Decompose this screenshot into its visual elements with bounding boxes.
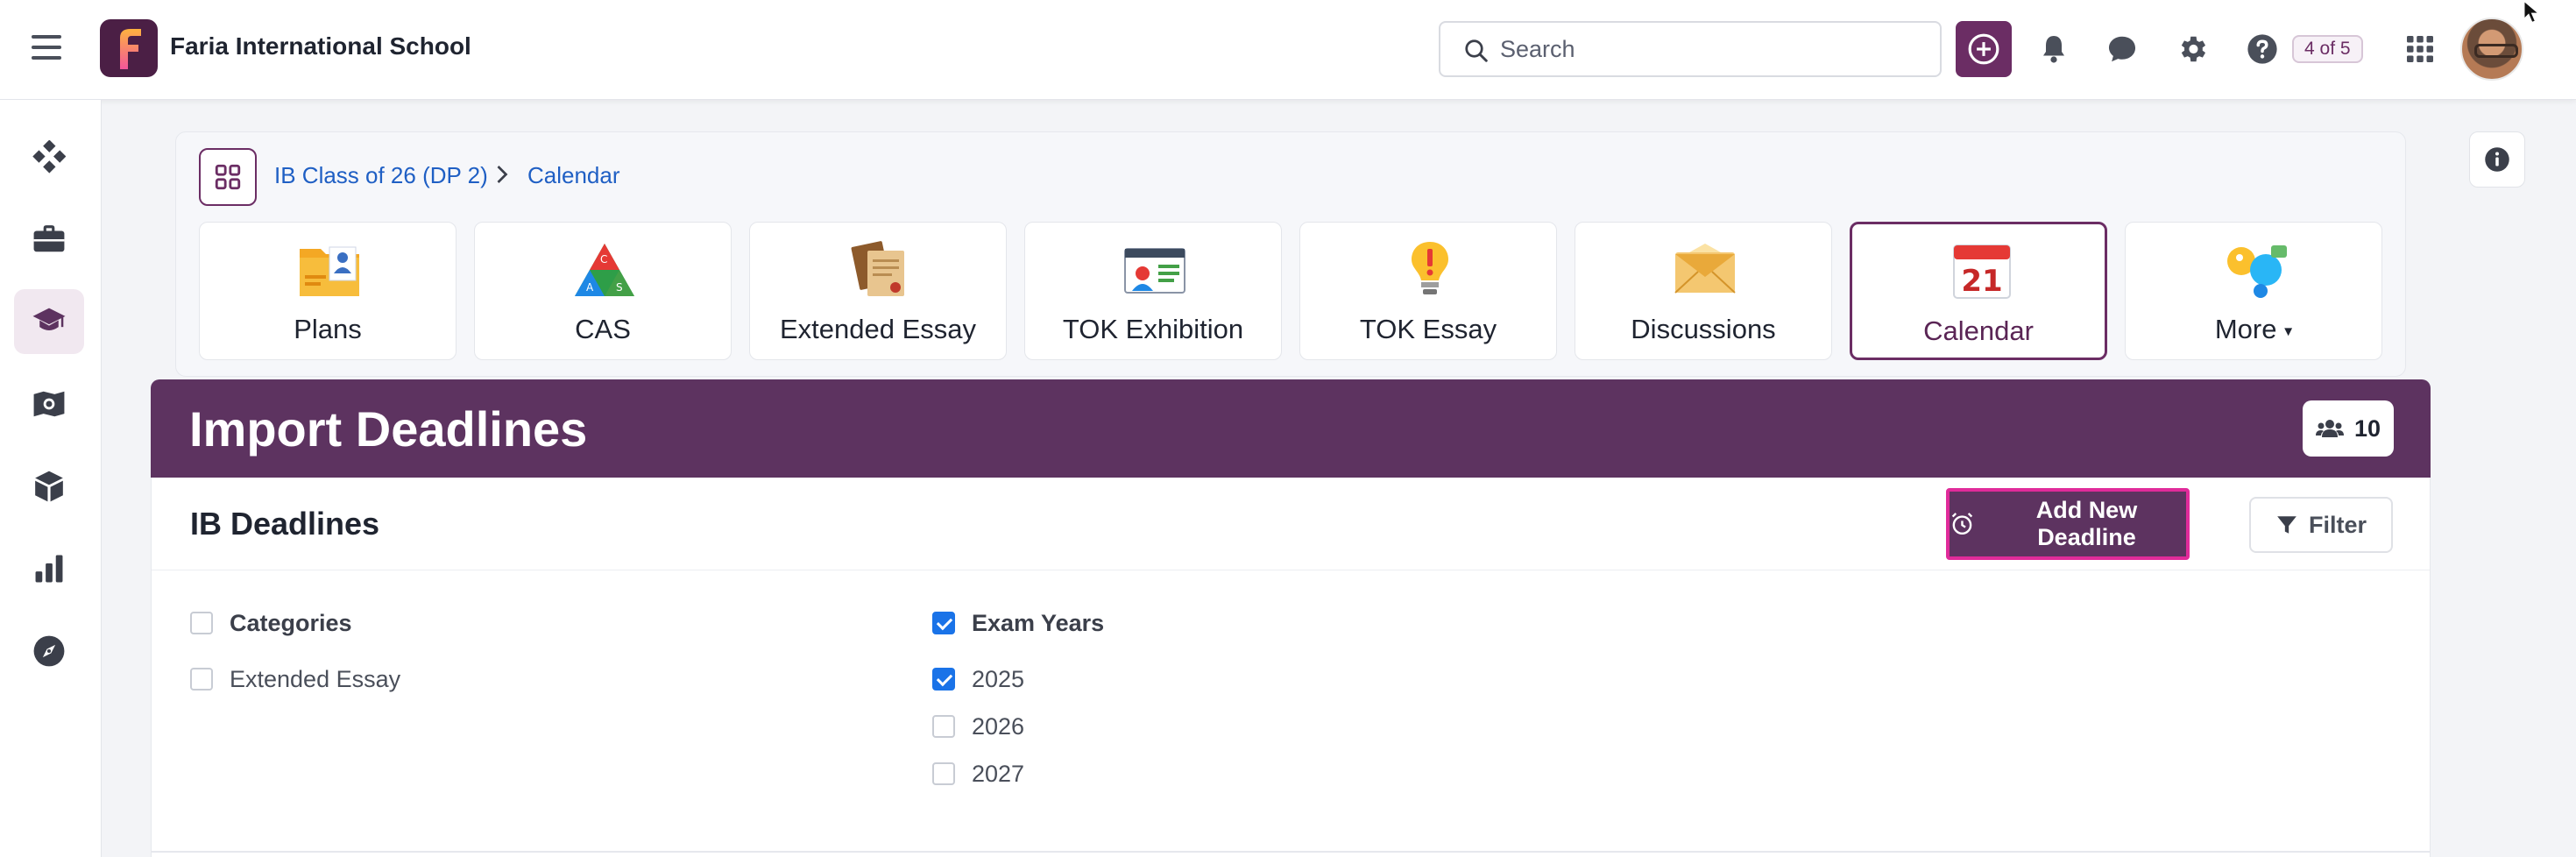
tile-label: Extended Essay	[779, 314, 977, 344]
filter-icon	[2277, 516, 2296, 534]
sidebar-item-ib-dp[interactable]	[14, 289, 84, 354]
calendar-icon: 21	[1953, 244, 2011, 299]
sidebar-item-explore[interactable]	[14, 372, 84, 436]
cursor-icon	[2523, 0, 2541, 24]
members-button[interactable]: 10	[2303, 400, 2394, 457]
exam-year-2026-checkbox[interactable]	[932, 715, 955, 738]
sidebar-item-reports[interactable]	[14, 536, 84, 601]
sidebar-item-dashboard[interactable]	[14, 124, 84, 189]
exam-year-2025-label: 2025	[972, 666, 1025, 692]
tile-label: More ▾	[2214, 314, 2293, 344]
members-count: 10	[2353, 414, 2381, 442]
categories-heading: Categories	[230, 610, 352, 636]
info-icon	[2485, 147, 2509, 172]
bell-icon[interactable]	[2035, 30, 2073, 68]
compass-icon	[33, 635, 65, 667]
cube-icon	[35, 471, 63, 502]
svg-text:21: 21	[1961, 264, 2002, 299]
map-globe-icon	[33, 391, 65, 417]
caret-down-icon: ▾	[2284, 322, 2293, 340]
school-logo[interactable]	[100, 19, 158, 77]
search-icon	[1465, 39, 1488, 62]
tile-label: Discussions	[1631, 314, 1776, 344]
exam-years-heading: Exam Years	[972, 610, 1105, 636]
cas-icon: C A S	[575, 244, 634, 296]
left-sidebar	[0, 100, 102, 857]
sidebar-item-resources[interactable]	[14, 454, 84, 519]
tile-discussions[interactable]: Discussions	[1575, 222, 1832, 360]
plus-circle-icon	[1968, 33, 1999, 65]
import-deadlines-banner: Import Deadlines 10	[151, 379, 2431, 478]
breadcrumb-calendar[interactable]: Calendar	[527, 162, 620, 189]
panel-title: IB Deadlines	[190, 506, 380, 542]
exam-year-2027-checkbox[interactable]	[932, 762, 955, 785]
search-input[interactable]	[1500, 33, 1921, 65]
progress-badge[interactable]: 4 of 5	[2292, 35, 2363, 63]
tok-essay-icon	[1412, 242, 1448, 294]
graduation-cap-icon	[32, 308, 66, 330]
exam-year-2027-label: 2027	[972, 761, 1025, 787]
breadcrumb-class[interactable]: IB Class of 26 (DP 2)	[274, 162, 488, 189]
tile-tok-exhibition[interactable]: TOK Exhibition	[1024, 222, 1282, 360]
svg-text:S: S	[616, 281, 623, 294]
category-extended-essay-checkbox[interactable]	[190, 668, 213, 691]
tile-label: Plans	[294, 314, 362, 344]
help-icon[interactable]	[2243, 30, 2282, 68]
users-icon	[2315, 420, 2344, 437]
svg-text:A: A	[586, 281, 594, 294]
grid-icon	[215, 164, 241, 190]
search-box[interactable]	[1439, 21, 1942, 77]
discussions-icon	[1674, 244, 1736, 294]
gear-icon[interactable]	[2173, 30, 2212, 68]
tile-tok-essay[interactable]: TOK Essay	[1299, 222, 1557, 360]
add-new-deadline-label: Add New Deadline	[2035, 497, 2138, 550]
add-new-deadline-button[interactable]: Add New Deadline	[1946, 488, 2190, 560]
menu-icon[interactable]	[32, 35, 61, 61]
alarm-clock-icon	[1951, 513, 1973, 535]
tile-extended-essay[interactable]: Extended Essay	[749, 222, 1007, 360]
program-header-card: IB Class of 26 (DP 2) Calendar Plans C A S…	[175, 131, 2406, 377]
plans-icon	[300, 246, 359, 296]
svg-text:C: C	[600, 253, 607, 266]
category-extended-essay-label: Extended Essay	[230, 666, 401, 692]
categories-checkbox[interactable]	[190, 612, 213, 634]
briefcase-icon	[33, 225, 65, 252]
more-icon	[2227, 245, 2287, 298]
page-title: Import Deadlines	[189, 401, 588, 457]
deadlines-panel: IB Deadlines Add New Deadline Filter Cat…	[151, 478, 2431, 857]
tile-more[interactable]: More ▾	[2125, 222, 2382, 360]
program-apps-button[interactable]	[199, 148, 257, 206]
tile-label: Calendar	[1923, 315, 2034, 346]
tile-plans[interactable]: Plans	[199, 222, 456, 360]
exam-year-2025-checkbox[interactable]	[932, 668, 955, 691]
tile-label: TOK Essay	[1359, 314, 1497, 344]
tile-label: CAS	[575, 314, 631, 344]
diamond-grid-icon	[32, 140, 66, 174]
tok-exhibition-icon	[1124, 248, 1185, 294]
sidebar-item-portfolio[interactable]	[14, 207, 84, 272]
exam-year-2026-label: 2026	[972, 713, 1025, 740]
filter-button[interactable]: Filter	[2249, 497, 2393, 553]
bar-chart-icon	[35, 555, 63, 583]
avatar[interactable]	[2460, 18, 2523, 81]
tile-label: TOK Exhibition	[1062, 314, 1244, 344]
school-name[interactable]: Faria International School	[170, 32, 471, 60]
tile-cas[interactable]: CAS CAS	[474, 222, 732, 360]
info-button[interactable]	[2469, 131, 2525, 188]
chat-icon[interactable]	[2103, 30, 2141, 68]
apps-grid-icon[interactable]	[2401, 30, 2439, 68]
top-bar: Faria International School 4 of 5	[0, 0, 2576, 100]
filter-label: Filter	[2308, 511, 2367, 538]
exam-years-checkbox[interactable]	[932, 612, 955, 634]
panel-header: IB Deadlines Add New Deadline Filter	[152, 478, 2430, 570]
panel-divider	[152, 851, 2430, 853]
sidebar-item-compass[interactable]	[14, 619, 84, 683]
tile-calendar[interactable]: 21 Calendar	[1850, 222, 2107, 360]
chevron-right-icon	[497, 166, 508, 183]
add-button[interactable]	[1956, 21, 2012, 77]
extended-essay-icon	[851, 241, 904, 296]
